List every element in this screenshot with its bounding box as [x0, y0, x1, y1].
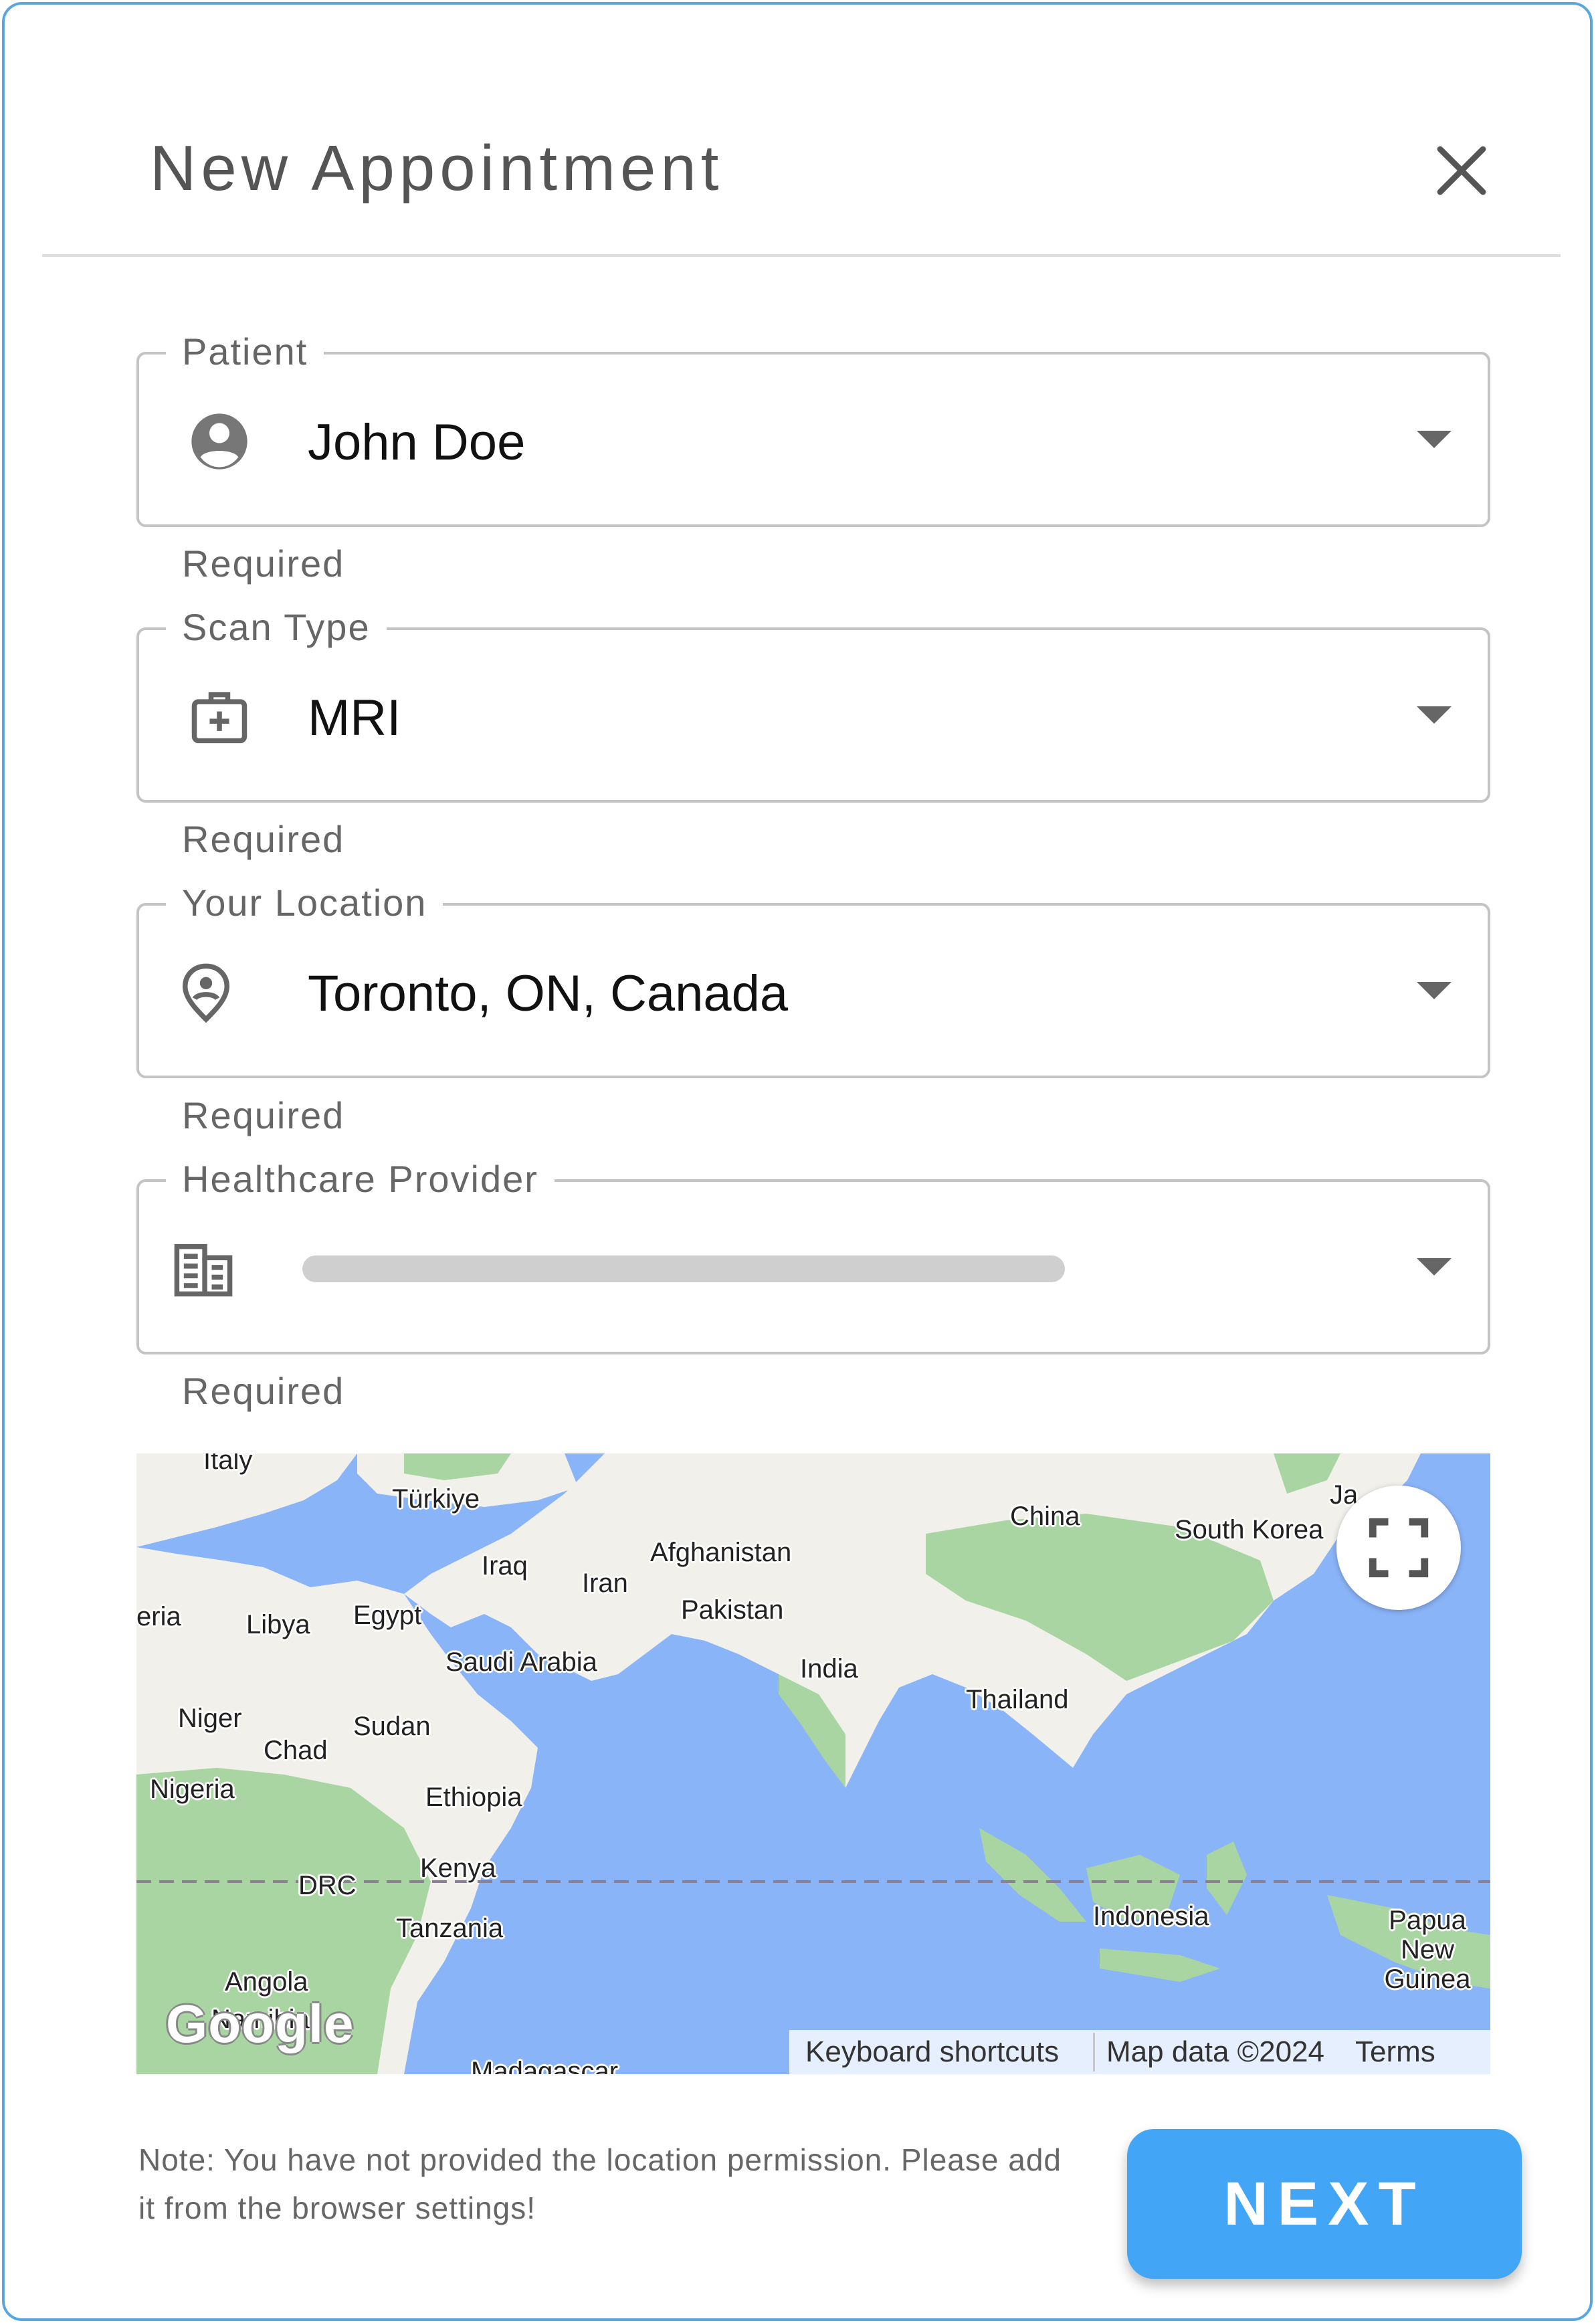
map-label-angola: Angola: [225, 1967, 308, 1997]
scan-type-label: Scan Type: [166, 601, 387, 654]
provider-helper-text: Required: [182, 1370, 345, 1412]
person-pin-icon: [182, 963, 230, 1023]
map-label-ethiopia: Ethiopia: [425, 1783, 522, 1812]
chevron-down-icon: [1417, 706, 1452, 724]
scan-type-value: MRI: [308, 690, 401, 746]
map-label-algeria: eria: [136, 1602, 181, 1631]
patient-label: Patient: [166, 325, 324, 379]
building-icon: [174, 1243, 233, 1297]
map-label-nigeria: Nigeria: [150, 1775, 235, 1804]
patient-select[interactable]: Patient John Doe: [136, 325, 1490, 527]
location-helper-text: Required: [182, 1094, 345, 1136]
close-button[interactable]: [1429, 138, 1494, 203]
chevron-down-icon: [1417, 1258, 1452, 1276]
map-label-chad: Chad: [264, 1736, 328, 1765]
header-divider: [42, 254, 1561, 257]
scan-type-helper-text: Required: [182, 818, 345, 860]
map-label-indonesia: Indonesia: [1093, 1902, 1209, 1931]
attribution-divider: [1093, 2033, 1095, 2072]
map-label-thailand: Thailand: [966, 1685, 1069, 1714]
map-label-tanzania: Tanzania: [396, 1914, 504, 1943]
map-label-kenya: Kenya: [420, 1853, 496, 1883]
dialog-title: New Appointment: [150, 132, 724, 204]
map-label-sudan: Sudan: [353, 1712, 431, 1741]
google-logo: Google: [166, 1994, 355, 2053]
map-label-afghanistan: Afghanistan: [650, 1538, 792, 1567]
map-label-iran: Iran: [582, 1569, 628, 1598]
map-label-niger: Niger: [178, 1704, 242, 1733]
location-value: Toronto, ON, Canada: [308, 965, 789, 1022]
chevron-down-icon: [1417, 982, 1452, 999]
account-circle-icon: [191, 413, 247, 470]
map-label-madagascar: Madagascar: [471, 2057, 619, 2074]
map-label-italy: Italy: [203, 1453, 253, 1475]
new-appointment-dialog: New Appointment Patient John Doe Require…: [2, 2, 1593, 2321]
map-label-india: India: [800, 1654, 858, 1684]
chevron-down-icon: [1417, 431, 1452, 448]
provider-label: Healthcare Provider: [166, 1152, 555, 1206]
map-label-turkiye: Türkiye: [392, 1484, 480, 1514]
map-data-text: Map data ©2024: [1106, 2035, 1324, 2068]
map-label-drc: DRC: [298, 1871, 357, 1900]
patient-value: John Doe: [308, 414, 526, 471]
close-icon: [1437, 146, 1486, 195]
map-fullscreen-button[interactable]: [1336, 1486, 1461, 1610]
map-label-pakistan: Pakistan: [681, 1595, 784, 1625]
fullscreen-icon: [1369, 1518, 1429, 1578]
patient-helper-text: Required: [182, 542, 345, 585]
map-label-south-korea: South Korea: [1175, 1515, 1324, 1544]
medical-bag-icon: [191, 692, 247, 744]
map-view[interactable]: Italy Türkiye Iraq Iran Afghanistan Paki…: [136, 1453, 1490, 2074]
keyboard-shortcuts-link[interactable]: Keyboard shortcuts: [805, 2030, 1059, 2074]
map-attribution-bar: Keyboard shortcuts Map data ©2024 Terms: [789, 2030, 1490, 2074]
next-button[interactable]: NEXT: [1127, 2129, 1522, 2279]
map-label-saudi-arabia: Saudi Arabia: [445, 1647, 597, 1677]
map-land: [136, 1453, 1490, 2074]
location-select[interactable]: Your Location Toronto, ON, Canada: [136, 876, 1490, 1078]
scan-type-select[interactable]: Scan Type MRI: [136, 601, 1490, 803]
location-label: Your Location: [166, 876, 443, 930]
terms-link[interactable]: Terms: [1355, 2030, 1435, 2074]
provider-loading-skeleton: [302, 1255, 1065, 1282]
map-label-iraq: Iraq: [482, 1551, 528, 1581]
provider-select[interactable]: Healthcare Provider: [136, 1152, 1490, 1354]
map-label-egypt: Egypt: [353, 1601, 422, 1630]
map-label-china: China: [1010, 1502, 1080, 1531]
location-permission-note: Note: You have not provided the location…: [138, 2142, 1062, 2225]
map-label-libya: Libya: [246, 1610, 310, 1639]
map-label-papua-new-guinea: Papua New Guinea: [1384, 1906, 1471, 1994]
